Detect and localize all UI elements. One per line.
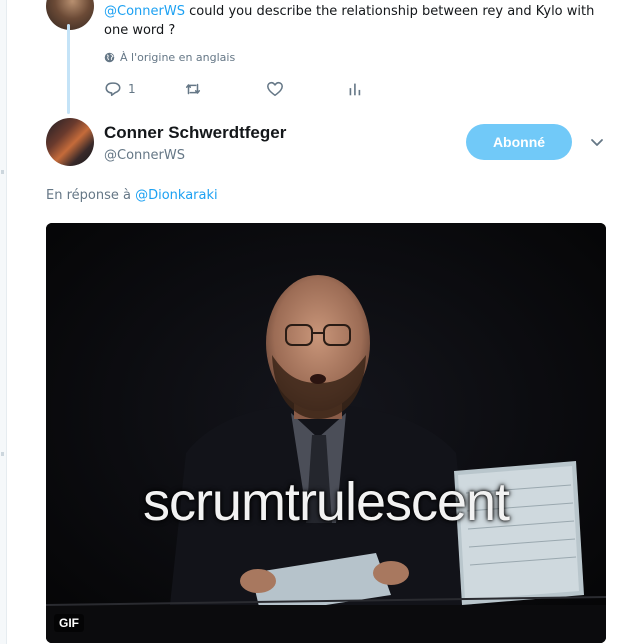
edge-mark	[1, 452, 4, 456]
like-icon	[267, 81, 283, 97]
reply-mention-link[interactable]: @ConnerWS	[104, 4, 185, 19]
reply-tweet-text: @ConnerWS could you describe the relatio…	[104, 2, 614, 40]
reply-author-avatar[interactable]	[46, 0, 94, 30]
following-button[interactable]: Abonné	[466, 124, 572, 160]
analytics-icon	[349, 83, 361, 96]
left-edge-strip	[0, 0, 7, 644]
gif-caption: scrumtrulescent	[142, 472, 510, 532]
author-avatar[interactable]	[46, 118, 94, 166]
in-reply-to: En réponse à @Dionkaraki	[46, 188, 218, 203]
reply-icon	[105, 82, 121, 97]
author-name[interactable]: Conner Schwerdtfeger	[104, 123, 286, 143]
translation-note-text: À l'origine en anglais	[120, 51, 236, 64]
chevron-down-icon[interactable]	[589, 134, 605, 150]
retweet-icon	[185, 83, 201, 95]
author-handle[interactable]: @ConnerWS	[104, 148, 185, 163]
in-reply-to-prefix: En réponse à	[46, 188, 136, 203]
analytics-action[interactable]	[346, 80, 364, 98]
in-reply-to-mention[interactable]: @Dionkaraki	[135, 188, 218, 203]
thread-connector-line	[67, 24, 70, 114]
reply-count: 1	[128, 82, 136, 96]
gif-frame	[46, 223, 606, 643]
reply-action[interactable]: 1	[104, 80, 136, 98]
gif-badge: GIF	[54, 614, 84, 632]
retweet-action[interactable]	[184, 80, 202, 98]
like-action[interactable]	[266, 80, 284, 98]
reply-tweet-actions: 1	[104, 80, 384, 100]
edge-mark	[1, 170, 4, 174]
gif-media[interactable]: scrumtrulescent GIF	[46, 223, 606, 643]
globe-icon	[104, 52, 115, 63]
translation-note: À l'origine en anglais	[104, 51, 235, 64]
